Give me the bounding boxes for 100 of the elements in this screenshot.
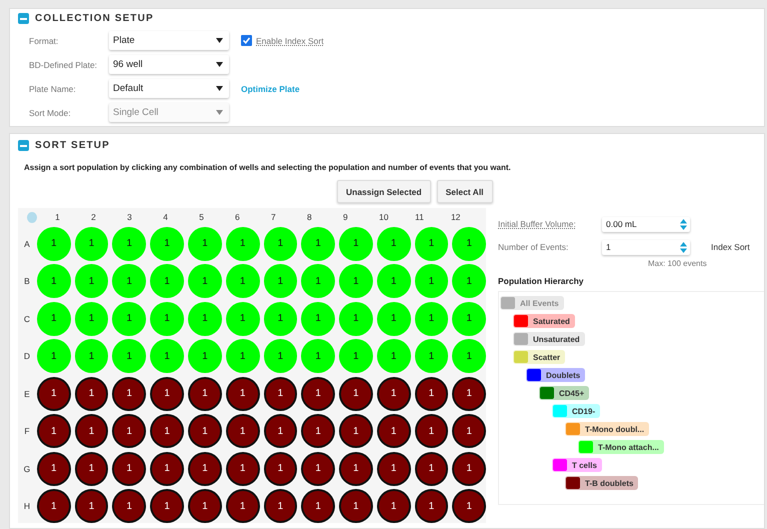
well[interactable]: 1 [301,226,336,260]
well[interactable]: 1 [74,302,108,336]
well[interactable]: 1 [150,414,184,448]
well[interactable]: 1 [188,376,222,410]
well[interactable]: 1 [188,226,222,260]
well[interactable]: 1 [301,264,336,298]
well[interactable]: 1 [112,376,146,410]
well[interactable]: 1 [264,264,298,298]
checkbox[interactable] [241,35,252,46]
well[interactable]: 1 [339,264,373,298]
well[interactable]: 1 [112,264,146,298]
well[interactable]: 1 [414,414,448,448]
well[interactable]: 1 [301,376,336,410]
well[interactable]: 1 [264,489,298,523]
well[interactable]: 1 [150,226,184,260]
well[interactable]: 1 [188,264,222,298]
well[interactable]: 1 [36,452,71,486]
well[interactable]: 1 [112,339,146,373]
well[interactable]: 1 [376,226,411,260]
well[interactable]: 1 [376,452,411,486]
well[interactable]: 1 [36,226,71,260]
well[interactable]: 1 [188,489,222,523]
well[interactable]: 1 [74,489,108,523]
well[interactable]: 1 [188,302,222,336]
well[interactable]: 1 [301,302,336,336]
well[interactable]: 1 [150,489,184,523]
well[interactable]: 1 [414,376,448,410]
well[interactable]: 1 [339,302,373,336]
action-button[interactable]: Select All [436,180,493,203]
well[interactable]: 1 [74,376,108,410]
well[interactable]: 1 [339,376,373,410]
well[interactable]: 1 [452,302,486,336]
well[interactable]: 1 [414,264,448,298]
well[interactable]: 1 [301,489,336,523]
dropdown[interactable]: Default [109,79,229,98]
well[interactable]: 1 [74,414,108,448]
well[interactable]: 1 [339,226,373,260]
well[interactable]: 1 [339,489,373,523]
well[interactable]: 1 [452,489,486,523]
well[interactable]: 1 [452,452,486,486]
well[interactable]: 1 [226,414,260,448]
well[interactable]: 1 [36,489,71,523]
well[interactable]: 1 [301,452,336,486]
well[interactable]: 1 [376,264,411,298]
well[interactable]: 1 [339,452,373,486]
well[interactable]: 1 [301,414,336,448]
well[interactable]: 1 [414,452,448,486]
well[interactable]: 1 [74,452,108,486]
well[interactable]: 1 [74,264,108,298]
well[interactable]: 1 [74,226,108,260]
well[interactable]: 1 [74,339,108,373]
well[interactable]: 1 [264,339,298,373]
well[interactable]: 1 [264,414,298,448]
well[interactable]: 1 [376,489,411,523]
well[interactable]: 1 [452,376,486,410]
well[interactable]: 1 [188,452,222,486]
well[interactable]: 1 [36,302,71,336]
well[interactable]: 1 [36,414,71,448]
well[interactable]: 1 [188,414,222,448]
well[interactable]: 1 [264,376,298,410]
well[interactable]: 1 [226,264,260,298]
well[interactable]: 1 [112,302,146,336]
well[interactable]: 1 [339,414,373,448]
well[interactable]: 1 [452,226,486,260]
events-spinner[interactable]: 1 [602,240,690,254]
collapse-toggle[interactable] [18,13,29,24]
well[interactable]: 1 [414,489,448,523]
well[interactable]: 1 [36,264,71,298]
well[interactable]: 1 [452,414,486,448]
well[interactable]: 1 [339,339,373,373]
well[interactable]: 1 [112,226,146,260]
well[interactable]: 1 [452,339,486,373]
well[interactable]: 1 [264,302,298,336]
well[interactable]: 1 [226,339,260,373]
well[interactable]: 1 [414,302,448,336]
well[interactable]: 1 [150,264,184,298]
well[interactable]: 1 [226,489,260,523]
well[interactable]: 1 [36,339,71,373]
well[interactable]: 1 [376,414,411,448]
well[interactable]: 1 [36,376,71,410]
well[interactable]: 1 [150,302,184,336]
well[interactable]: 1 [376,376,411,410]
dropdown[interactable]: 96 well [109,55,229,74]
well[interactable]: 1 [112,414,146,448]
select-all-wells-dot[interactable] [27,212,38,222]
well[interactable]: 1 [301,339,336,373]
well[interactable]: 1 [376,339,411,373]
well[interactable]: 1 [452,264,486,298]
well[interactable]: 1 [226,452,260,486]
action-button[interactable]: Unassign Selected [337,180,431,203]
index-sort-checkbox[interactable]: Enable Index Sort [241,35,324,46]
well[interactable]: 1 [188,339,222,373]
well[interactable]: 1 [226,376,260,410]
well[interactable]: 1 [226,302,260,336]
well[interactable]: 1 [414,226,448,260]
well[interactable]: 1 [264,226,298,260]
well[interactable]: 1 [150,339,184,373]
well[interactable]: 1 [414,339,448,373]
well[interactable]: 1 [376,302,411,336]
collapse-toggle[interactable] [18,140,29,151]
